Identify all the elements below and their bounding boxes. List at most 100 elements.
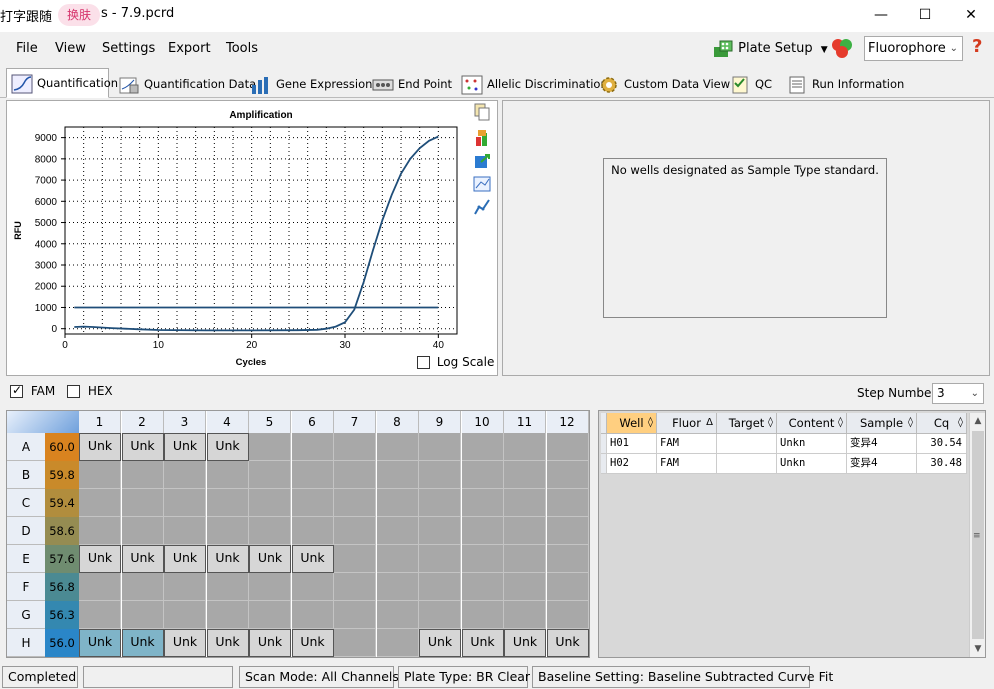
table-cell[interactable]: 30.54 [917,434,967,454]
plate-well[interactable] [546,517,589,545]
plate-well[interactable] [376,489,419,517]
plate-well[interactable] [546,461,589,489]
plate-well[interactable] [249,573,291,601]
plate-well[interactable] [164,461,206,489]
table-column-header[interactable]: Well ◊ [607,413,657,434]
plate-well[interactable] [206,517,249,545]
plate-well[interactable] [419,461,461,489]
plate-well[interactable] [334,433,376,461]
plate-row-header[interactable]: D [7,517,45,545]
table-column-header[interactable]: Sample ◊ [847,413,917,434]
plate-column-header[interactable]: 12 [546,411,589,433]
plate-row-header[interactable]: G [7,601,45,629]
table-cell[interactable]: H01 [607,434,657,454]
plate-well[interactable] [546,601,589,629]
plate-well[interactable] [249,433,291,461]
plate-column-header[interactable]: 6 [291,411,334,433]
table-cell[interactable]: 变异4 [847,434,917,454]
plate-column-header[interactable]: 9 [419,411,461,433]
plate-well[interactable] [121,461,164,489]
plate-well[interactable] [504,461,546,489]
scroll-down-icon[interactable]: ▼ [970,641,986,657]
plate-well[interactable] [164,573,206,601]
print-icon[interactable] [473,129,491,147]
plate-well[interactable] [419,573,461,601]
plate-well[interactable]: Unk [419,629,461,657]
plate-well[interactable] [334,601,376,629]
menu-view[interactable]: View [55,41,86,56]
plate-well[interactable] [291,489,334,517]
plate-well[interactable] [419,489,461,517]
plate-well[interactable] [206,461,249,489]
menu-file[interactable]: File [16,41,38,56]
plate-well[interactable] [419,433,461,461]
plate-column-header[interactable]: 4 [206,411,249,433]
fam-toggle[interactable]: FAM [10,383,55,398]
plate-well[interactable]: Unk [79,629,121,657]
plate-column-header[interactable]: 10 [461,411,504,433]
maximize-button[interactable]: ☐ [902,0,948,30]
tab-quantification[interactable]: Quantification [6,68,118,98]
plate-well[interactable] [79,461,121,489]
plate-well[interactable] [376,461,419,489]
plate-column-header[interactable]: 11 [504,411,546,433]
plate-well[interactable]: Unk [461,629,504,657]
plate-well[interactable] [206,573,249,601]
sort-icon[interactable]: ◊ [908,413,913,433]
plate-well[interactable] [206,601,249,629]
plate-well[interactable] [376,601,419,629]
sort-icon[interactable]: ◊ [648,413,653,433]
minimize-button[interactable]: — [858,0,904,30]
tab-gene-expression[interactable]: Gene Expression [245,69,372,97]
plate-well[interactable]: Unk [249,545,291,573]
scroll-up-icon[interactable]: ▲ [970,413,986,429]
plate-well[interactable] [461,489,504,517]
plate-well[interactable] [546,489,589,517]
plate-well[interactable] [504,545,546,573]
plate-well[interactable] [79,489,121,517]
plate-well[interactable] [461,433,504,461]
plate-well[interactable]: Unk [206,545,249,573]
plate-well[interactable] [79,517,121,545]
table-column-header[interactable]: Cq ◊ [917,413,967,434]
plate-well[interactable] [249,517,291,545]
plate-well[interactable] [419,517,461,545]
plate-well[interactable]: Unk [164,433,206,461]
log-scale-toggle[interactable]: Log Scale [417,355,494,369]
plate-well[interactable] [249,489,291,517]
export-icon[interactable] [473,152,491,170]
plate-well[interactable] [546,433,589,461]
plate-well[interactable] [334,629,376,657]
plate-well[interactable]: Unk [546,629,589,657]
plate-row-header[interactable]: A [7,433,45,461]
plate-well[interactable] [461,517,504,545]
skin-button[interactable]: 换肤 [58,4,100,26]
tab-allelic-discrimination[interactable]: Allelic Discrimination [456,69,608,97]
plate-well[interactable] [461,601,504,629]
plate-well[interactable] [376,545,419,573]
table-cell[interactable]: Unkn [777,454,847,474]
fluorophore-select[interactable]: Fluorophore ⌄ [864,36,963,61]
plate-well[interactable]: Unk [291,629,334,657]
tab-end-point[interactable]: End Point [367,69,453,97]
amplification-chart[interactable]: Amplification 0 10 20 30 40 0 1000 2000 3000 4000 5… [7,101,467,373]
table-cell[interactable] [717,434,777,454]
plate-well[interactable] [334,461,376,489]
plate-well[interactable] [376,629,419,657]
sort-icon[interactable]: ◊ [958,413,963,433]
plate-well[interactable] [206,489,249,517]
copy-icon[interactable] [473,103,491,121]
plate-well[interactable]: Unk [504,629,546,657]
plate-well[interactable] [121,573,164,601]
sort-icon[interactable]: Δ [706,413,713,433]
plate-well[interactable] [546,573,589,601]
plate-well[interactable] [334,545,376,573]
plate-well[interactable] [121,517,164,545]
plate-column-header[interactable]: 8 [376,411,419,433]
sort-icon[interactable]: ◊ [768,413,773,433]
plate-well[interactable]: Unk [164,545,206,573]
hex-checkbox[interactable] [67,385,80,398]
tab-run-information[interactable]: Run Information [781,69,904,97]
plate-well[interactable] [461,461,504,489]
log-scale-checkbox[interactable] [417,356,430,369]
